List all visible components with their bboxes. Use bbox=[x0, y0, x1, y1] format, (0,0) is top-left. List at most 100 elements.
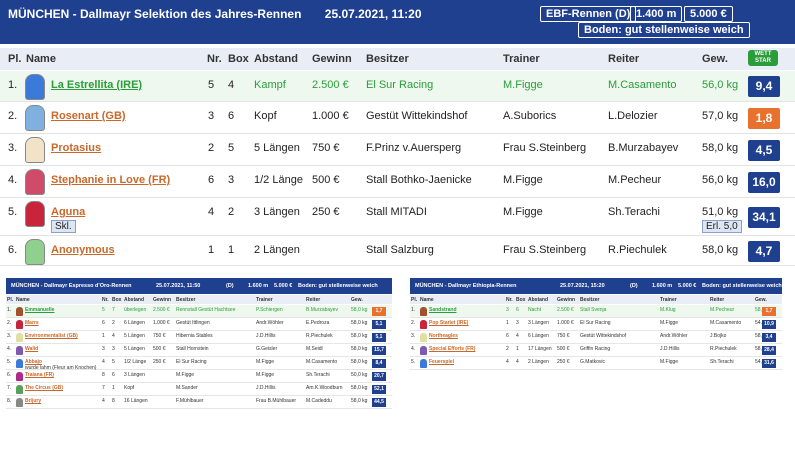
horse-name-link[interactable]: Aguna bbox=[51, 206, 85, 218]
mini-column-header: Pl. Name Nr. Box Abstand Gewinn Besitzer Traine… bbox=[410, 295, 782, 304]
mini-horse-link[interactable]: Special Efforts (FR) bbox=[429, 346, 475, 352]
result-row: 5. Aguna 4 2 3 Längen 250 € Stall MITADI M.Figg… bbox=[0, 198, 795, 236]
mini-prize: 5.000 € bbox=[274, 283, 293, 289]
mini-result-row: 7. The Circus (GB) 7 1 Kopf M.Sander J.D.Hilli… bbox=[6, 383, 392, 396]
start-number: 1 bbox=[208, 244, 215, 256]
wettstar-logo[interactable]: WETT STAR bbox=[748, 50, 778, 66]
mini-odds-button[interactable]: 44,5 bbox=[372, 398, 386, 407]
mini-col-gewinn: Gewinn bbox=[153, 297, 172, 303]
jockey-silk-icon bbox=[16, 333, 23, 342]
mini-result-row: 5. Abbajo 4 5 1/2 Länge 250 € El Sur Racing M.F… bbox=[6, 357, 392, 371]
mini-gewinn: 250 € bbox=[557, 359, 570, 365]
mini-gewinn: 750 € bbox=[557, 333, 570, 339]
odds-button[interactable]: 4,7 bbox=[748, 240, 780, 262]
mini-abstand: 3 Längen bbox=[124, 372, 145, 378]
result-row: 6. Anonymous 1 1 2 Längen Stall Salzburg Frau … bbox=[0, 236, 795, 266]
mini-horse-link[interactable]: Brijury bbox=[25, 398, 41, 404]
mini-horse-link[interactable]: Emmanuelle bbox=[25, 307, 54, 313]
start-number: 5 bbox=[208, 79, 215, 91]
mini-odds-button[interactable]: 31,6 bbox=[762, 359, 776, 368]
odds-button[interactable]: 4,5 bbox=[748, 139, 780, 161]
mini-nr: 2 bbox=[506, 346, 509, 352]
mini-nr: 5 bbox=[102, 307, 105, 313]
mini-trainer: M.Klug bbox=[660, 307, 676, 313]
mini-besitzer: M.Figge bbox=[176, 372, 195, 378]
mini-box: 7 bbox=[112, 307, 115, 313]
horse-name-link[interactable]: Anonymous bbox=[51, 244, 115, 256]
mini-odds-button[interactable]: 1,7 bbox=[762, 307, 776, 316]
mini-distance: 1.600 m bbox=[652, 283, 673, 289]
mini-reiter: M.Casamento bbox=[306, 359, 338, 365]
col-nr: Nr. bbox=[207, 53, 222, 65]
mini-odds-button[interactable]: 8,4 bbox=[372, 359, 386, 368]
mini-pos: 2. bbox=[411, 320, 416, 326]
mini-nr: 4 bbox=[102, 398, 105, 404]
odds-button[interactable]: 1,8 bbox=[748, 107, 780, 129]
race-card-ethiopia: MÜNCHEN - Dallmayr Ethiopia-Rennen 25.07.… bbox=[410, 278, 782, 398]
mini-race-header: MÜNCHEN - Dallmayr Espresso d'Oro-Rennen… bbox=[6, 278, 392, 294]
mini-odds-button[interactable]: 28,4 bbox=[762, 346, 776, 355]
trainer: A.Suborics bbox=[503, 110, 557, 122]
mini-odds-button[interactable]: 52,1 bbox=[372, 385, 386, 394]
mini-pos: 8. bbox=[7, 398, 12, 404]
mini-pos: 1. bbox=[7, 307, 12, 313]
mini-pos: 7. bbox=[7, 385, 12, 391]
horse-name-link[interactable]: Stephanie in Love (FR) bbox=[51, 174, 170, 186]
mini-besitzer: M.Sander bbox=[176, 385, 198, 391]
mini-besitzer: Stall Svenja bbox=[580, 307, 607, 313]
mini-trainer: G.Geisler bbox=[256, 346, 278, 352]
horse-name-link[interactable]: La Estrellita (IRE) bbox=[51, 79, 142, 91]
mini-odds-button[interactable]: 20,7 bbox=[372, 372, 386, 381]
mini-col-nr: Nr. bbox=[102, 297, 109, 303]
mini-reiter: Sh.Terachi bbox=[710, 359, 734, 365]
mini-result-row: 4. Special Efforts (FR) 2 1 17 Längen 500 € Gr… bbox=[410, 344, 782, 357]
result-row: 1. La Estrellita (IRE) 5 4 Kampf 2.500 € El Su… bbox=[0, 71, 795, 102]
result-row: 4. Stephanie in Love (FR) 6 3 1/2 Länge 500 €… bbox=[0, 166, 795, 198]
mini-trainer: M.Figge bbox=[256, 372, 275, 378]
horse-name-link[interactable]: Protasius bbox=[51, 142, 101, 154]
odds-button[interactable]: 9,4 bbox=[748, 76, 780, 97]
prize-money: 750 € bbox=[312, 142, 340, 154]
col-besitzer: Besitzer bbox=[366, 53, 409, 65]
horse-name-link[interactable]: Rosenart (GB) bbox=[51, 110, 126, 122]
mini-gew: 50,0 kg bbox=[351, 372, 368, 378]
trainer: M.Figge bbox=[503, 206, 543, 218]
jockey: B.Murzabayev bbox=[608, 142, 679, 154]
mini-horse-link[interactable]: Sandstrand bbox=[429, 307, 457, 313]
mini-horse-link[interactable]: Feuerspiel bbox=[429, 359, 454, 365]
jockey-silk-icon bbox=[25, 201, 45, 227]
placing: 5. bbox=[8, 206, 18, 218]
odds-button[interactable]: 34,1 bbox=[748, 206, 780, 228]
mini-odds-button[interactable]: 10,9 bbox=[762, 320, 776, 329]
race-name: MÜNCHEN - Dallmayr Selektion des Jahres-… bbox=[8, 7, 302, 21]
mini-odds-button[interactable]: 15,7 bbox=[372, 346, 386, 355]
odds-button[interactable]: 16,0 bbox=[748, 171, 780, 193]
race-datetime: 25.07.2021, 11:20 bbox=[324, 7, 422, 21]
mini-horse-link[interactable]: Walid bbox=[25, 346, 38, 352]
weight-allowance-tag: Erl. 5,0 bbox=[702, 220, 742, 233]
jockey: Sh.Terachi bbox=[608, 206, 660, 218]
mini-pos: 6. bbox=[7, 372, 12, 378]
mini-odds-button[interactable]: 5,1 bbox=[372, 320, 386, 329]
mini-horse-link[interactable]: Environmentalist (GB) bbox=[25, 333, 78, 339]
mini-odds-button[interactable]: 5,1 bbox=[372, 333, 386, 342]
jockey-silk-icon bbox=[16, 346, 23, 355]
mini-odds-button[interactable]: 3,4 bbox=[762, 333, 776, 342]
mini-box: 4 bbox=[112, 333, 115, 339]
mini-gewinn: 1.000 € bbox=[557, 320, 574, 326]
mini-col-gew: Gew. bbox=[755, 297, 767, 303]
mini-distance: 1.600 m bbox=[248, 283, 269, 289]
mini-result-row: 2. Marrs 6 2 6 Längen 1.000 € Gestüt Ittlingen… bbox=[6, 318, 392, 331]
weight: 56,0 kg bbox=[702, 79, 739, 91]
mini-horse-link[interactable]: Northeagles bbox=[429, 333, 458, 339]
mini-horse-link[interactable]: The Circus (GB) bbox=[25, 385, 63, 391]
mini-horse-link[interactable]: Pop Starlet (IRE) bbox=[429, 320, 468, 326]
jockey-silk-icon bbox=[16, 320, 23, 329]
mini-gew: 58,0 kg bbox=[351, 398, 368, 404]
jockey: L.Delozier bbox=[608, 110, 658, 122]
box-number: 5 bbox=[228, 142, 235, 154]
mini-reiter: Sh.Terachi bbox=[306, 372, 330, 378]
mini-horse-link[interactable]: Traiana (FR) bbox=[25, 372, 54, 378]
mini-horse-link[interactable]: Marrs bbox=[25, 320, 39, 326]
mini-odds-button[interactable]: 1,7 bbox=[372, 307, 386, 316]
